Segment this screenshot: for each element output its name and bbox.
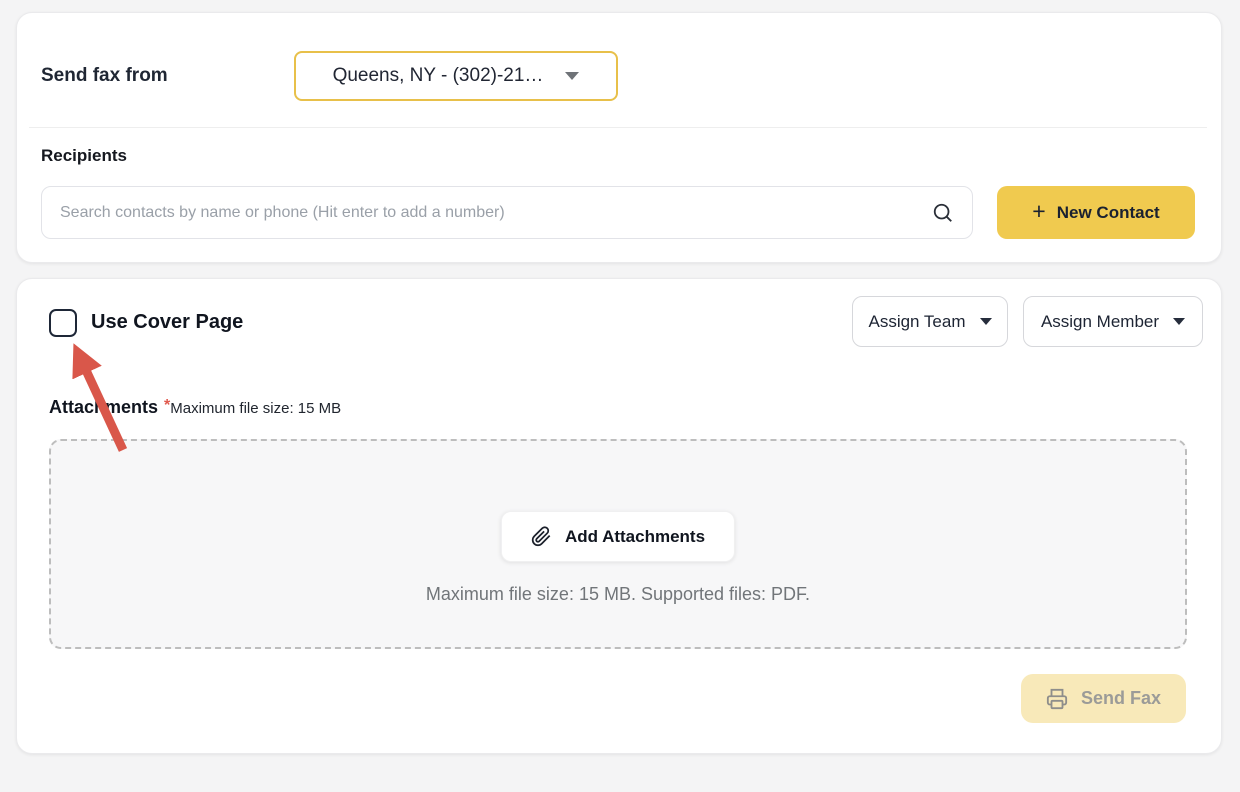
assign-member-label: Assign Member [1041, 312, 1159, 332]
send-fax-header-card: Send fax from Queens, NY - (302)-21… Rec… [16, 12, 1222, 263]
printer-icon [1046, 688, 1068, 710]
search-icon [932, 202, 954, 224]
assign-team-dropdown[interactable]: Assign Team [852, 296, 1008, 347]
compose-fax-card: Use Cover Page Assign Team Assign Member… [16, 278, 1222, 754]
use-cover-page-label: Use Cover Page [91, 311, 243, 334]
recipients-search-input[interactable] [42, 187, 972, 238]
attachments-dropzone[interactable]: Add Attachments Maximum file size: 15 MB… [49, 439, 1187, 649]
send-fax-from-label: Send fax from [41, 65, 168, 87]
add-attachments-label: Add Attachments [565, 527, 705, 547]
assign-team-label: Assign Team [868, 312, 965, 332]
chevron-down-icon [980, 318, 992, 325]
send-fax-button[interactable]: Send Fax [1021, 674, 1186, 723]
add-attachments-button[interactable]: Add Attachments [501, 511, 735, 562]
recipients-label: Recipients [41, 146, 127, 166]
fax-line-selected-value: Queens, NY - (302)-21… [333, 65, 544, 87]
paperclip-icon [531, 526, 552, 547]
attachments-header: Attachments * Maximum file size: 15 MB [49, 397, 341, 418]
send-fax-label: Send Fax [1081, 688, 1161, 709]
new-contact-label: New Contact [1057, 203, 1160, 223]
chevron-down-icon [1173, 318, 1185, 325]
chevron-down-icon [565, 72, 579, 80]
attachments-size-hint: Maximum file size: 15 MB [170, 400, 341, 417]
use-cover-page-checkbox[interactable] [49, 309, 77, 337]
plus-icon: + [1032, 200, 1045, 223]
required-asterisk: * [164, 397, 170, 415]
recipients-search-field [41, 186, 973, 239]
attachments-label: Attachments [49, 397, 158, 418]
fax-line-select[interactable]: Queens, NY - (302)-21… [294, 51, 618, 101]
new-contact-button[interactable]: + New Contact [997, 186, 1195, 239]
divider [29, 127, 1207, 128]
assign-member-dropdown[interactable]: Assign Member [1023, 296, 1203, 347]
dropzone-hint: Maximum file size: 15 MB. Supported file… [51, 584, 1185, 605]
